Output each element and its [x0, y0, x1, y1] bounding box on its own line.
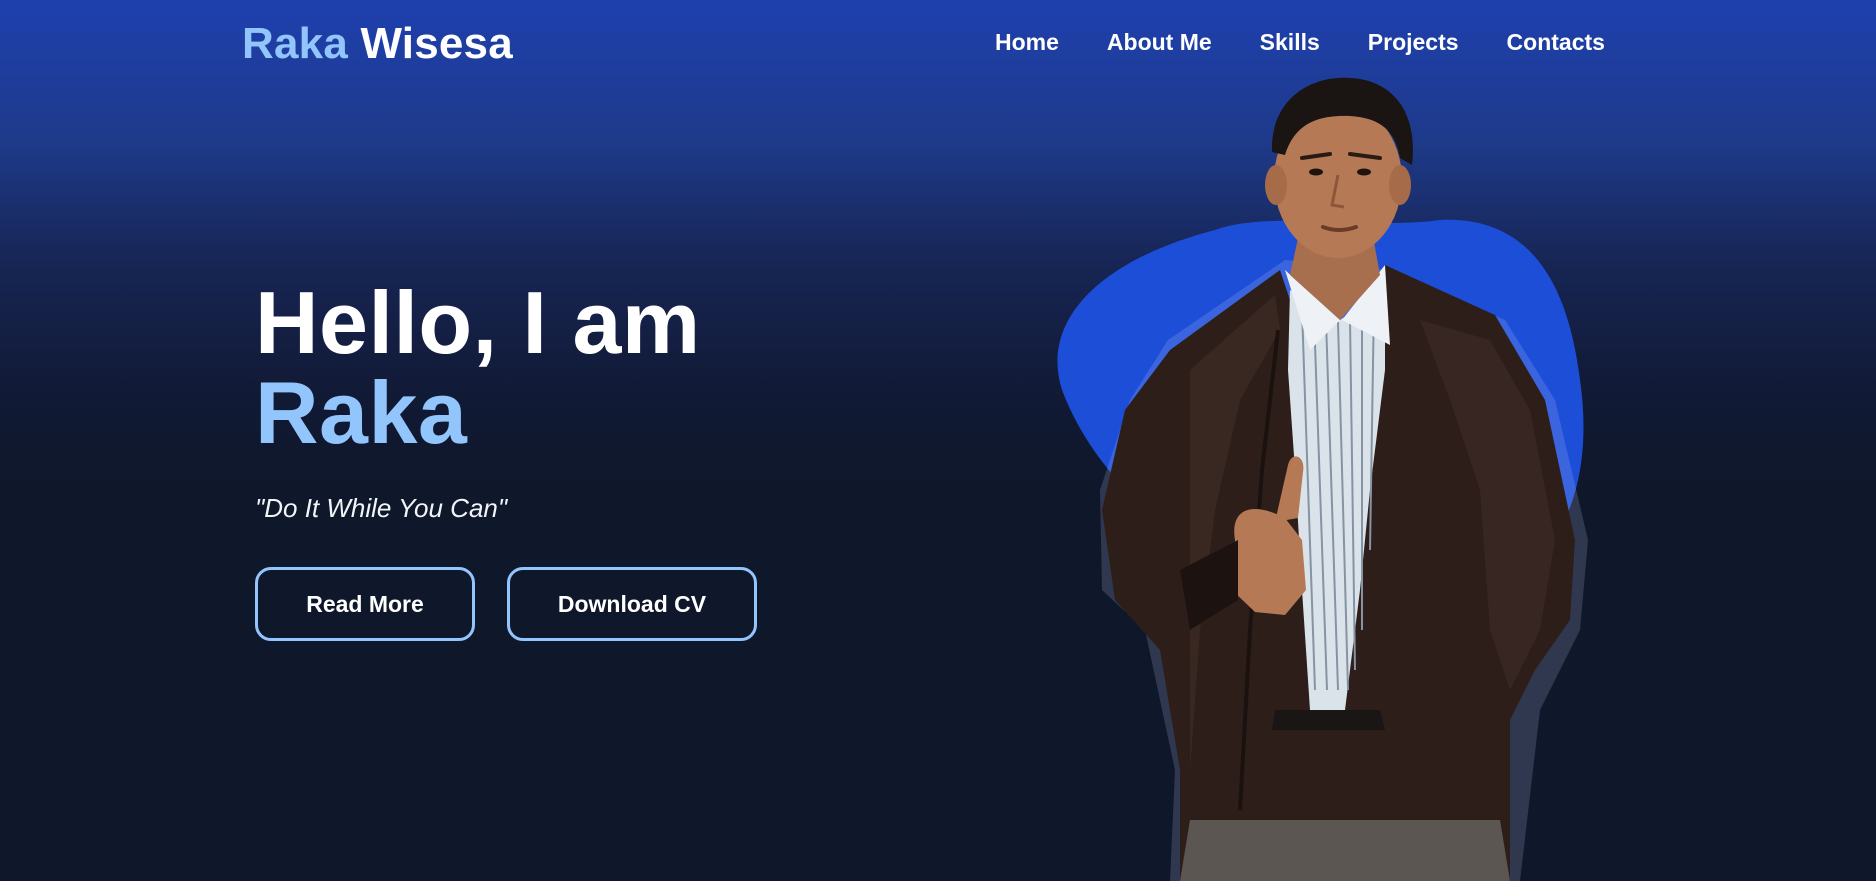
main-nav: Home About Me Skills Projects Contacts: [995, 26, 1605, 58]
hero-title: Hello, I am Raka: [255, 278, 955, 458]
hero-name: Raka: [255, 363, 468, 462]
profile-photo: [1040, 70, 1600, 881]
logo-last-name: Wisesa: [360, 19, 513, 68]
read-more-button[interactable]: Read More: [255, 567, 475, 641]
logo-first-name: Raka: [242, 19, 348, 68]
nav-link-about-me[interactable]: About Me: [1107, 26, 1212, 58]
nav-link-skills[interactable]: Skills: [1260, 26, 1320, 58]
download-cv-button[interactable]: Download CV: [507, 567, 757, 641]
nav-link-home[interactable]: Home: [995, 26, 1059, 58]
site-logo[interactable]: Raka Wisesa: [242, 18, 513, 70]
nav-link-projects[interactable]: Projects: [1368, 26, 1459, 58]
hero-buttons: Read More Download CV: [255, 567, 757, 641]
nav-link-contacts[interactable]: Contacts: [1507, 26, 1605, 58]
hero-greeting: Hello, I am: [255, 273, 701, 372]
hero-tagline: "Do It While You Can": [255, 493, 508, 523]
hero-section: Hello, I am Raka "Do It While You Can" R…: [255, 278, 955, 641]
pants: [1180, 820, 1510, 881]
